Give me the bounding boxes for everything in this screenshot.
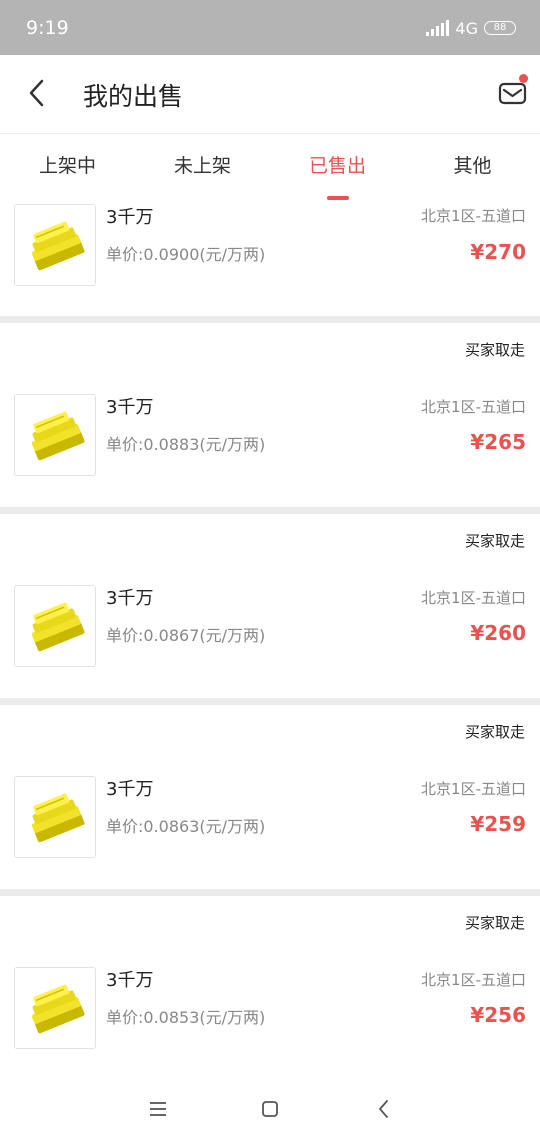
gold-bars-icon (31, 793, 85, 843)
item-unit-price: 单价:0.0853(元/万两) (106, 1008, 266, 1027)
item-total-price: ¥259 (470, 812, 526, 836)
status-time: 9:19 (26, 17, 69, 39)
divider (0, 698, 540, 705)
divider (0, 316, 540, 323)
item-thumbnail (14, 204, 96, 286)
item-server: 北京1区-五道口 (421, 207, 526, 225)
order-card[interactable]: 买家取走 3千万 单价:0.0867(元/万两) 北京1区-五道口 ¥260 (0, 514, 540, 698)
gold-bars-icon (31, 221, 85, 271)
menu-icon[interactable] (145, 1096, 171, 1122)
tab-unlisted[interactable]: 未上架 (135, 134, 270, 200)
order-card[interactable]: 买家取走 3千万 单价:0.0853(元/万两) 北京1区-五道口 ¥256 (0, 896, 540, 1080)
chevron-left-icon[interactable] (20, 75, 56, 111)
gold-bars-icon (31, 984, 85, 1034)
system-nav-bar (0, 1080, 540, 1140)
order-card[interactable]: 买家取走 3千万 单价:0.0863(元/万两) 北京1区-五道口 ¥259 (0, 705, 540, 889)
item-total-price: ¥256 (470, 1003, 526, 1027)
page-title: 我的出售 (83, 82, 184, 111)
item-server: 北京1区-五道口 (421, 398, 526, 416)
item-amount: 3千万 (106, 588, 154, 609)
item-total-price: ¥260 (470, 621, 526, 645)
battery-icon: 88 (484, 21, 516, 35)
tab-listed[interactable]: 上架中 (0, 134, 135, 200)
item-total-price: ¥265 (470, 430, 526, 454)
tab-other[interactable]: 其他 (405, 134, 540, 200)
network-type: 4G (455, 18, 478, 38)
item-server: 北京1区-五道口 (421, 589, 526, 607)
signal-icon (426, 20, 450, 36)
item-unit-price: 单价:0.0867(元/万两) (106, 626, 266, 645)
back-triangle-icon[interactable] (371, 1096, 397, 1122)
tab-sold[interactable]: 已售出 (270, 134, 405, 200)
tab-bar: 上架中 未上架 已售出 其他 (0, 134, 540, 200)
item-thumbnail (14, 394, 96, 476)
order-status: 买家取走 (464, 914, 525, 932)
item-unit-price: 单价:0.0883(元/万两) (106, 435, 266, 454)
status-bar: 9:19 4G 88 (0, 0, 540, 55)
item-server: 北京1区-五道口 (421, 971, 526, 989)
app-header: 我的出售 (0, 55, 540, 134)
item-thumbnail (14, 967, 96, 1049)
item-amount: 3千万 (106, 779, 154, 800)
divider (0, 889, 540, 896)
item-server: 北京1区-五道口 (421, 780, 526, 798)
battery-level: 88 (493, 22, 507, 33)
order-card[interactable]: 买家取走 3千万 单价:0.0883(元/万两) 北京1区-五道口 ¥265 (0, 323, 540, 507)
notification-dot (519, 74, 528, 83)
item-amount: 3千万 (106, 207, 154, 228)
item-thumbnail (14, 585, 96, 667)
gold-bars-icon (31, 602, 85, 652)
item-amount: 3千万 (106, 397, 154, 418)
gold-bars-icon (31, 411, 85, 461)
order-card[interactable]: 3千万 单价:0.0900(元/万两) 北京1区-五道口 ¥270 (0, 200, 540, 316)
item-unit-price: 单价:0.0900(元/万两) (106, 245, 266, 264)
order-status: 买家取走 (464, 532, 525, 550)
divider (0, 507, 540, 514)
home-square-icon[interactable] (257, 1096, 283, 1122)
status-icons: 4G 88 (426, 18, 516, 38)
order-status: 买家取走 (464, 723, 525, 741)
order-status: 买家取走 (464, 341, 525, 359)
item-unit-price: 单价:0.0863(元/万两) (106, 817, 266, 836)
item-total-price: ¥270 (470, 240, 526, 264)
item-thumbnail (14, 776, 96, 858)
item-amount: 3千万 (106, 970, 154, 991)
order-list: 3千万 单价:0.0900(元/万两) 北京1区-五道口 ¥270 买家取走 3… (0, 200, 540, 1080)
